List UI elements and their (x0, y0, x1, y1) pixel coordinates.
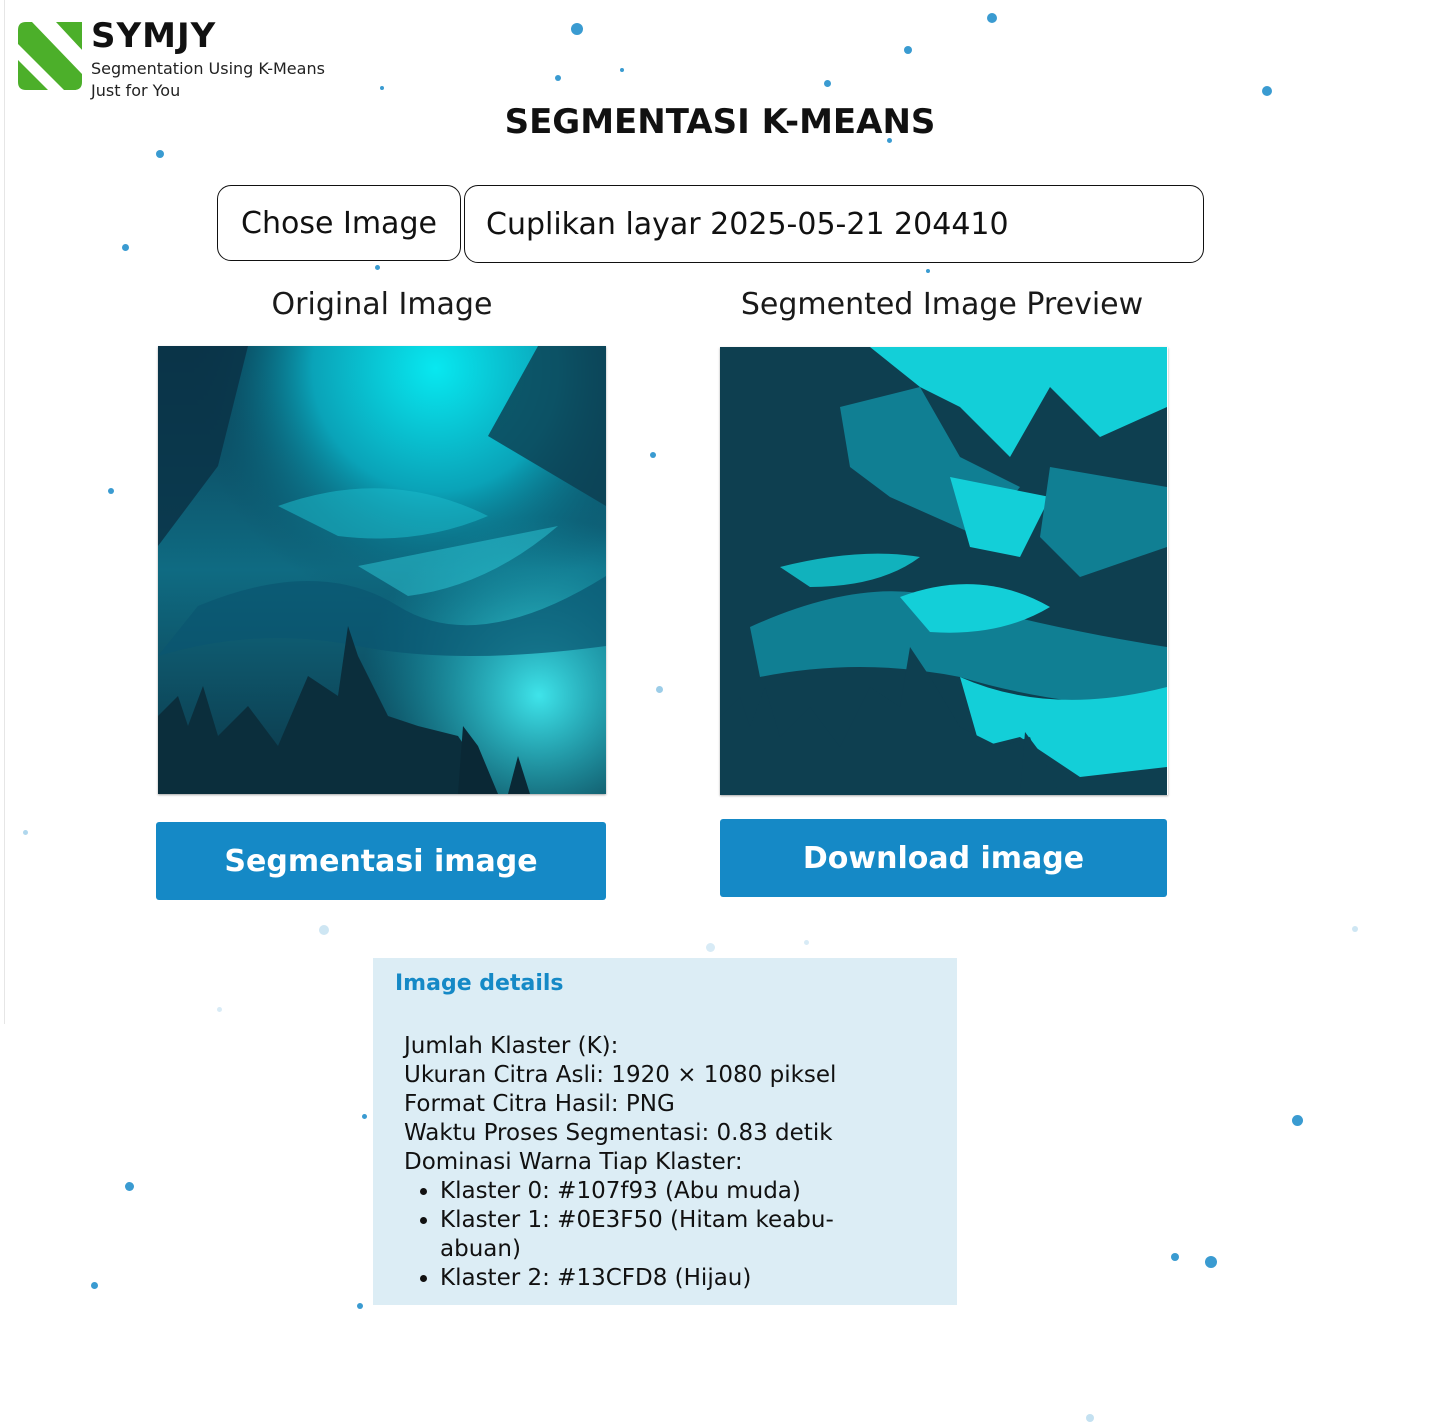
particle-dot (824, 80, 831, 87)
choose-image-button[interactable]: Chose Image (217, 185, 461, 261)
cluster-color-item: Klaster 1: #0E3F50 (Hitam keabu-abuan) (440, 1206, 850, 1264)
image-details-panel: Image details Jumlah Klaster (K): Ukuran… (373, 958, 957, 1305)
particle-dot (375, 265, 380, 270)
particle-dot (656, 686, 663, 693)
cluster-color-item: Klaster 2: #13CFD8 (Hijau) (440, 1264, 850, 1293)
particle-dot (122, 244, 129, 251)
particle-dot (904, 46, 912, 54)
particle-dot (319, 925, 329, 935)
image-details-title: Image details (395, 971, 564, 996)
particle-dot (804, 940, 809, 945)
particle-dot (362, 1114, 367, 1119)
particle-dot (620, 68, 624, 72)
original-image (158, 346, 606, 794)
particle-dot (1292, 1115, 1303, 1126)
particle-dot (650, 452, 656, 458)
particle-dot (217, 1007, 222, 1012)
image-details-body: Jumlah Klaster (K): Ukuran Citra Asli: 1… (404, 1032, 935, 1293)
color-dominance-label: Dominasi Warna Tiap Klaster: (404, 1149, 743, 1175)
particle-dot (555, 75, 561, 81)
brand-tagline-line1: Segmentation Using K-Means (91, 59, 325, 78)
particle-dot (1171, 1253, 1179, 1261)
page-edge (0, 0, 5, 1024)
segmented-image-preview (720, 347, 1168, 795)
particle-dot (23, 830, 28, 835)
cluster-count-label: Jumlah Klaster (K): (404, 1033, 619, 1059)
cluster-color-item: Klaster 0: #107f93 (Abu muda) (440, 1177, 850, 1206)
cluster-color-list: Klaster 0: #107f93 (Abu muda) Klaster 1:… (404, 1177, 850, 1293)
page-title: SEGMENTASI K-MEANS (504, 102, 936, 142)
image-size-info: Ukuran Citra Asli: 1920 × 1080 piksel (404, 1062, 837, 1088)
brand-tagline-line2: Just for You (91, 81, 181, 100)
selected-filename-field[interactable]: Cuplikan layar 2025-05-21 204410 (464, 185, 1204, 263)
symjy-logo-icon (18, 22, 82, 90)
processing-time-info: Waktu Proses Segmentasi: 0.83 detik (404, 1120, 833, 1146)
brand-header: SYMJY Segmentation Using K-Means Just fo… (18, 16, 325, 102)
particle-dot (987, 13, 997, 23)
original-image-heading: Original Image (271, 287, 493, 322)
particle-dot (571, 23, 583, 35)
segment-image-button[interactable]: Segmentasi image (156, 822, 606, 900)
segmented-image-heading: Segmented Image Preview (740, 287, 1144, 322)
download-image-button[interactable]: Download image (720, 819, 1167, 897)
particle-dot (108, 488, 114, 494)
particle-dot (1205, 1256, 1217, 1268)
output-format-info: Format Citra Hasil: PNG (404, 1091, 675, 1117)
particle-dot (125, 1182, 134, 1191)
particle-dot (357, 1303, 363, 1309)
particle-dot (926, 269, 930, 273)
particle-dot (706, 943, 715, 952)
particle-dot (1262, 86, 1272, 96)
particle-dot (380, 86, 384, 90)
particle-dot (91, 1282, 98, 1289)
particle-dot (1352, 926, 1358, 932)
particle-dot (156, 150, 164, 158)
brand-text: SYMJY Segmentation Using K-Means Just fo… (91, 16, 325, 102)
brand-name: SYMJY (91, 16, 217, 56)
